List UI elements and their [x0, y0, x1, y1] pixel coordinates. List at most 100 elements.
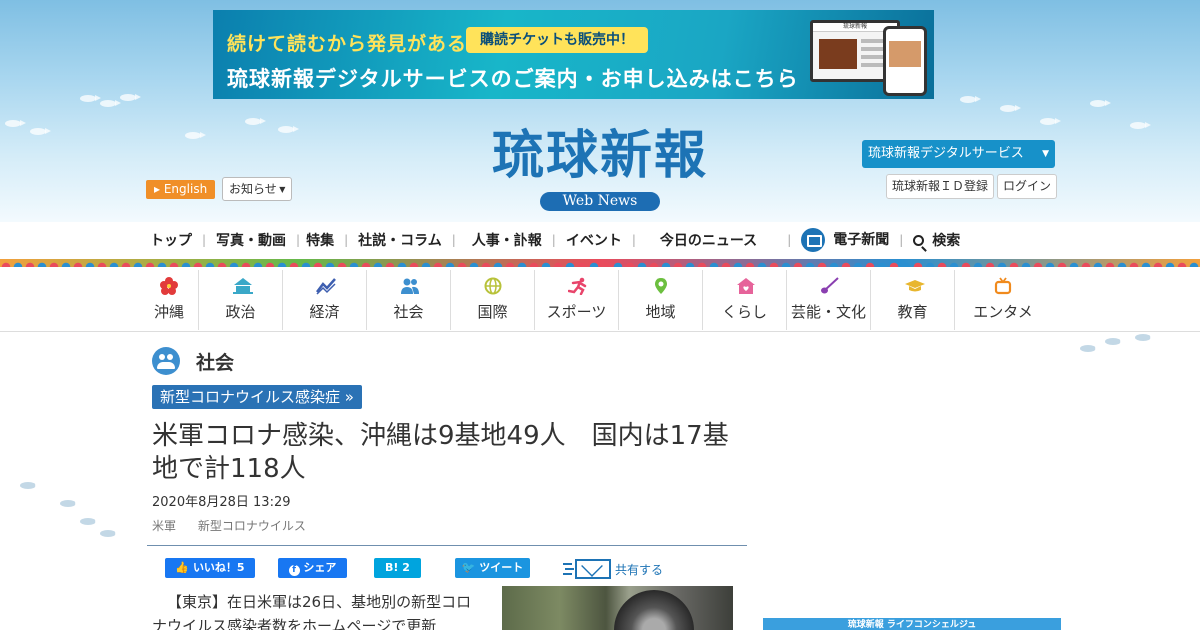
category-entertainment[interactable]: エンタメ: [955, 270, 1051, 330]
nav-item-events[interactable]: イベント: [556, 230, 632, 250]
phone-photo: [889, 41, 921, 67]
facebook-like-label: いいね！5: [192, 561, 245, 574]
sidebar-ad[interactable]: 琉球新報 ライフコンシェルジュ: [763, 618, 1061, 630]
nav-item-personnel[interactable]: 人事・訃報: [456, 230, 552, 250]
screen-photo: [819, 39, 857, 69]
category-education[interactable]: 教育: [871, 270, 955, 330]
nav-item-top[interactable]: トップ: [140, 230, 202, 250]
fish-decoration: [100, 530, 121, 537]
article-headline: 米軍コロナ感染、沖縄は9基地49人 国内は17基地で計118人: [152, 421, 729, 484]
hatena-count: 2: [402, 561, 410, 574]
banner-subline: 琉球新報デジタルサービスのご案内・お申し込みはこちら: [227, 67, 799, 91]
fish-decoration: [30, 128, 51, 135]
runner-icon: [567, 277, 586, 296]
fish-decoration: [120, 94, 141, 101]
nav-item-search[interactable]: 検索: [903, 230, 970, 250]
logo-web-news: Web News: [540, 192, 660, 211]
tweet-label: ツイート: [479, 561, 524, 574]
category-label: 沖縄: [153, 303, 184, 321]
topic-tag[interactable]: 新型コロナウイルス感染症 »: [152, 385, 362, 409]
sanshin-icon: [820, 277, 839, 295]
main-nav: トップ | 写真・動画 | 特集 | 社説・コラム | 人事・訃報 | イベント…: [140, 226, 1060, 254]
category-society[interactable]: 社会: [367, 270, 451, 330]
login-button[interactable]: ログイン: [997, 174, 1058, 199]
facebook-share-label: シェア: [303, 561, 337, 574]
site-logo[interactable]: 琉球新報 Web News: [450, 126, 750, 211]
fish-decoration: [1040, 118, 1061, 125]
decorative-wave-pattern: [0, 259, 1200, 267]
hibiscus-icon: [160, 277, 178, 295]
logo-text: 琉球新報: [491, 125, 708, 186]
fish-decoration: [1090, 100, 1111, 107]
nav-item-photo-video[interactable]: 写真・動画: [206, 230, 296, 250]
keyword-link[interactable]: 新型コロナウイルス: [198, 519, 306, 533]
category-regional[interactable]: 地域: [619, 270, 703, 330]
category-arts-culture[interactable]: 芸能・文化: [787, 270, 871, 330]
map-pin-icon: [652, 277, 670, 295]
fish-decoration: [60, 500, 81, 507]
fish-decoration: [185, 132, 206, 139]
mail-share-label: 共有する: [615, 562, 664, 577]
fish-decoration: [1135, 334, 1156, 341]
globe-icon: [484, 277, 502, 295]
article-photo[interactable]: [502, 586, 733, 630]
house-icon: [736, 277, 755, 295]
notice-dropdown[interactable]: お知らせ ▼: [222, 177, 293, 201]
category-sports[interactable]: スポーツ: [535, 270, 619, 330]
english-button[interactable]: ▸ English: [146, 180, 216, 199]
graduation-cap-icon: [904, 277, 925, 295]
category-label: 国際: [477, 303, 508, 321]
nav-item-e-paper[interactable]: 電子新聞: [791, 228, 899, 252]
mail-share-button[interactable]: 共有する: [563, 558, 663, 580]
fish-decoration: [1130, 122, 1151, 129]
nav-item-editorial[interactable]: 社説・コラム: [348, 230, 452, 250]
fish-decoration: [80, 518, 101, 525]
fish-decoration: [5, 120, 26, 127]
digital-service-dropdown[interactable]: 琉球新報デジタルサービス ▼: [862, 140, 1055, 168]
category-label: スポーツ: [546, 303, 607, 321]
category-label: 経済: [309, 303, 340, 321]
category-label: 地域: [645, 303, 676, 321]
people-icon: [400, 277, 419, 295]
fish-decoration: [245, 118, 266, 125]
fish-decoration: [1105, 338, 1126, 345]
banner-headline: 続けて読むから発見がある: [227, 33, 468, 55]
article-body: 【東京】在日米軍は26日、基地別の新型コロナウイルス感染者数をホームページで更新: [152, 593, 472, 630]
chevron-down-icon: ▼: [1042, 149, 1049, 159]
section-title[interactable]: 社会: [196, 348, 234, 375]
nav-item-features[interactable]: 特集: [300, 230, 344, 250]
fish-decoration: [80, 95, 101, 102]
hatena-icon: B!: [385, 561, 399, 574]
keyword-link[interactable]: 米軍: [152, 519, 176, 533]
facebook-share-button[interactable]: f シェア: [278, 558, 347, 578]
fish-decoration: [278, 126, 299, 133]
fish-decoration: [960, 96, 981, 103]
tv-icon: [994, 277, 1012, 295]
category-economy[interactable]: 経済: [283, 270, 367, 330]
digital-service-banner[interactable]: 続けて読むから発見がある 購読チケットも販売中！ 琉球新報デジタルサービスのご案…: [213, 10, 934, 99]
fish-decoration: [100, 100, 121, 107]
line-chart-icon: [315, 277, 336, 295]
twitter-bird-icon: 🐦: [461, 561, 476, 574]
category-living[interactable]: くらし: [703, 270, 787, 330]
government-building-icon: [232, 277, 253, 295]
digital-service-label: 琉球新報デジタルサービス: [868, 146, 1024, 161]
nav-item-todays-news[interactable]: 今日のニュース: [636, 230, 767, 250]
chevron-down-icon: ▼: [276, 185, 286, 194]
tweet-button[interactable]: 🐦 ツイート: [455, 558, 530, 578]
category-label: 教育: [897, 303, 928, 321]
category-international[interactable]: 国際: [451, 270, 535, 330]
category-politics[interactable]: 政治: [199, 270, 283, 330]
id-register-button[interactable]: 琉球新報ＩＤ登録: [886, 174, 995, 199]
category-okinawa[interactable]: 沖縄: [140, 270, 199, 330]
category-label: くらし: [721, 303, 767, 321]
category-divider: [0, 331, 1200, 332]
category-label: 芸能・文化: [790, 303, 866, 321]
english-label: English: [163, 182, 208, 196]
facebook-icon: f: [288, 565, 300, 576]
facebook-like-button[interactable]: 👍 いいね！5: [165, 558, 255, 578]
thumbs-up-icon: 👍: [175, 561, 190, 574]
hatena-bookmark-button[interactable]: B! 2: [374, 558, 421, 578]
envelope-icon: [563, 558, 611, 580]
fish-decoration: [1080, 345, 1101, 352]
